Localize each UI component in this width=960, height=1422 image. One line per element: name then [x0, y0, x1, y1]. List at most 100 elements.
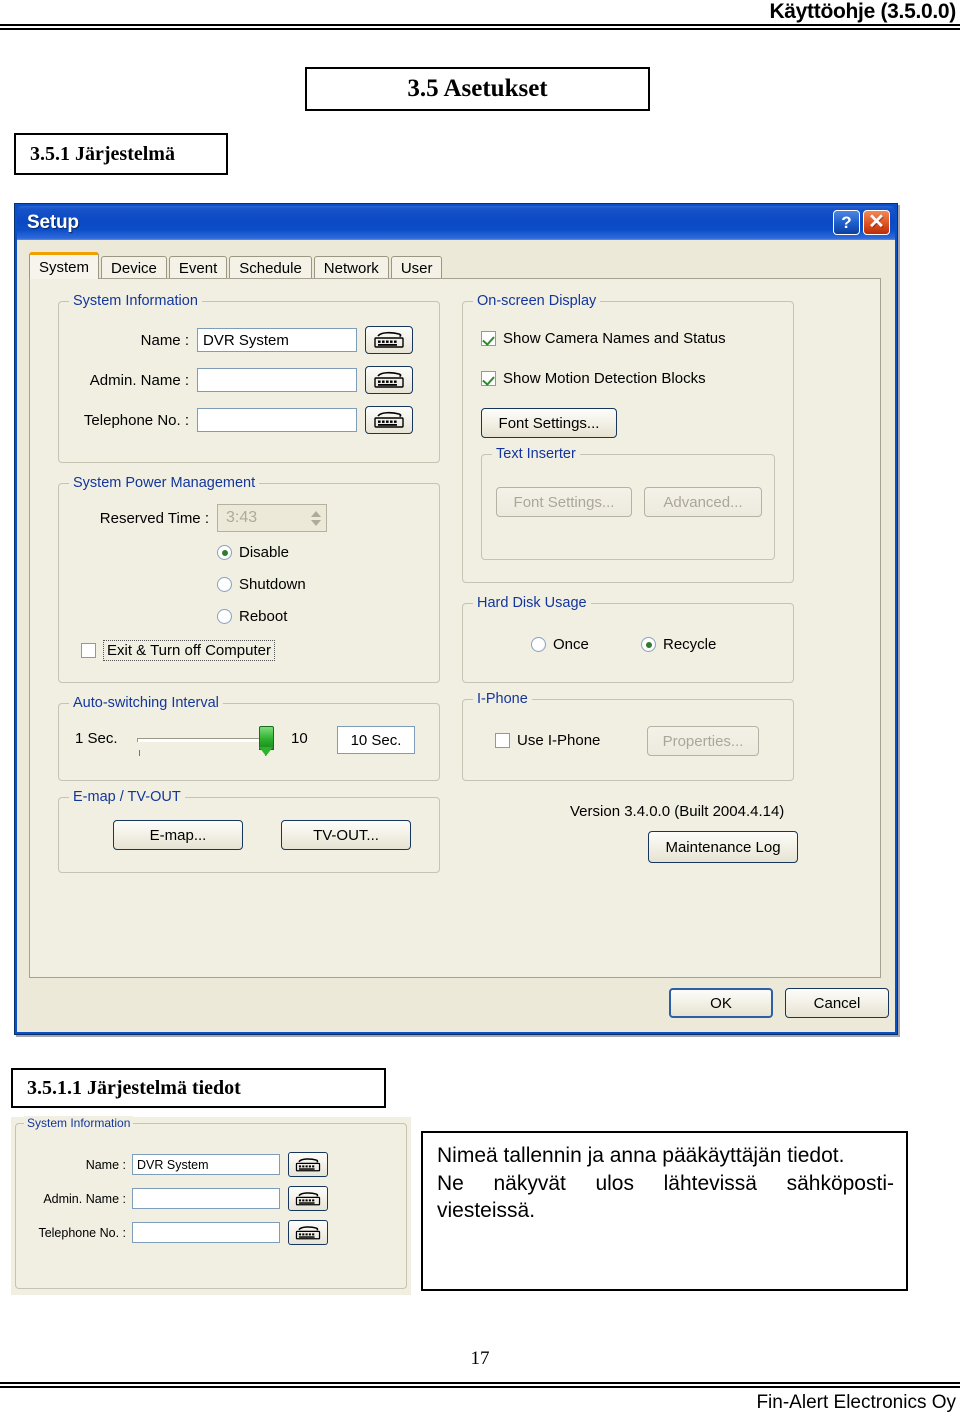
- note-word: Ne: [437, 1171, 464, 1195]
- tvout-button[interactable]: TV-OUT...: [281, 820, 411, 850]
- group-system-information: System Information Name : DVR System Adm…: [58, 293, 440, 463]
- radio-reboot[interactable]: [217, 609, 232, 624]
- tab-panel-system: System Information Name : DVR System Adm…: [29, 278, 881, 978]
- system-information-snippet: System Information Name : DVR System Adm…: [11, 1116, 411, 1295]
- text-inserter-font-settings-button[interactable]: Font Settings...: [496, 487, 632, 517]
- checkbox-label-motion-blocks: Show Motion Detection Blocks: [503, 370, 706, 387]
- slider-min-label: 1 Sec.: [75, 730, 118, 747]
- radio-row-shutdown[interactable]: Shutdown: [217, 576, 306, 593]
- snippet-label-telephone: Telephone No. :: [38, 1225, 126, 1240]
- tab-user[interactable]: User: [390, 256, 443, 279]
- checkbox-row-exit-turn-off[interactable]: Exit & Turn off Computer: [81, 640, 275, 661]
- tab-event[interactable]: Event: [168, 256, 228, 279]
- dialog-footer: OK Cancel: [17, 984, 895, 1032]
- checkbox-row-camera-names[interactable]: Show Camera Names and Status: [481, 330, 726, 347]
- slider-value-box[interactable]: 10 Sec.: [337, 726, 415, 754]
- field-row-name: Name : DVR System: [69, 326, 413, 354]
- keyboard-icon-telephone[interactable]: [365, 406, 413, 434]
- input-telephone[interactable]: [197, 408, 357, 432]
- checkbox-row-motion-blocks[interactable]: Show Motion Detection Blocks: [481, 370, 706, 387]
- spinner-reserved-time[interactable]: 3:43: [217, 504, 327, 532]
- radio-once[interactable]: [531, 637, 546, 652]
- note-word: lähtevissä: [663, 1171, 757, 1195]
- tabstrip: System Device Event Schedule Network Use…: [29, 252, 444, 279]
- ok-button[interactable]: OK: [669, 988, 773, 1018]
- label-admin-name: Admin. Name :: [89, 371, 189, 389]
- checkbox-exit-turn-off[interactable]: [81, 643, 96, 658]
- slider-tick-min: [139, 750, 140, 756]
- keyboard-glyph: [374, 371, 404, 388]
- snippet-group-label: System Information: [24, 1116, 134, 1130]
- slider-thumb[interactable]: [259, 726, 274, 756]
- keyboard-icon-snippet-telephone[interactable]: [288, 1220, 328, 1245]
- group-label-emap-tvout: E-map / TV-OUT: [69, 789, 185, 805]
- radio-row-reboot[interactable]: Reboot: [217, 608, 287, 625]
- titlebar-buttons: ? ✕: [833, 210, 890, 235]
- field-row-reserved-time: Reserved Time : 3:43: [69, 504, 327, 532]
- snippet-row-admin-name: Admin. Name :: [24, 1186, 328, 1211]
- radio-shutdown[interactable]: [217, 577, 232, 592]
- dialog-title: Setup: [27, 212, 79, 233]
- checkbox-label-camera-names: Show Camera Names and Status: [503, 330, 726, 347]
- snippet-label-name: Name :: [85, 1157, 126, 1172]
- osd-font-settings-button[interactable]: Font Settings...: [481, 408, 617, 438]
- radio-disable[interactable]: [217, 545, 232, 560]
- group-label-hard-disk-usage: Hard Disk Usage: [473, 595, 591, 611]
- close-icon[interactable]: ✕: [863, 210, 890, 235]
- help-glyph: ?: [841, 212, 852, 232]
- help-icon[interactable]: ?: [833, 210, 860, 235]
- checkbox-motion-blocks[interactable]: [481, 371, 496, 386]
- keyboard-icon-name[interactable]: [365, 326, 413, 354]
- dialog-titlebar: Setup ? ✕: [17, 206, 895, 240]
- input-admin-name[interactable]: [197, 368, 357, 392]
- close-glyph: ✕: [868, 210, 885, 233]
- group-power-management: System Power Management Reserved Time : …: [58, 475, 440, 683]
- snippet-input-name[interactable]: DVR System: [132, 1154, 280, 1175]
- keyboard-icon-snippet-name[interactable]: [288, 1152, 328, 1177]
- text-inserter-advanced-button[interactable]: Advanced...: [644, 487, 762, 517]
- keyboard-glyph: [295, 1191, 321, 1205]
- page-number: 17: [470, 1348, 490, 1369]
- setup-dialog: Setup ? ✕ System Device Event Schedule N…: [14, 203, 898, 1035]
- tab-system[interactable]: System: [29, 252, 100, 279]
- checkbox-camera-names[interactable]: [481, 331, 496, 346]
- radio-row-once[interactable]: Once: [531, 636, 589, 653]
- tab-device[interactable]: Device: [101, 256, 167, 279]
- radio-row-disable[interactable]: Disable: [217, 544, 289, 561]
- group-label-power-management: System Power Management: [69, 475, 260, 491]
- version-text: Version 3.4.0.0 (Built 2004.4.14): [570, 803, 785, 820]
- field-row-telephone: Telephone No. :: [69, 406, 413, 434]
- field-row-admin-name: Admin. Name :: [69, 366, 413, 394]
- maintenance-log-button[interactable]: Maintenance Log: [648, 831, 798, 863]
- group-auto-switching: Auto-switching Interval 1 Sec. 10 10 Sec…: [58, 695, 440, 781]
- footer-rule: [0, 1382, 960, 1388]
- keyboard-icon-snippet-admin-name[interactable]: [288, 1186, 328, 1211]
- chevron-down-icon[interactable]: [311, 519, 321, 526]
- emap-button[interactable]: E-map...: [113, 820, 243, 850]
- group-label-auto-switching: Auto-switching Interval: [69, 695, 223, 711]
- group-label-system-information: System Information: [69, 293, 202, 309]
- checkbox-use-iphone[interactable]: [495, 733, 510, 748]
- chevron-up-icon[interactable]: [311, 510, 321, 517]
- note-word: näkyvät: [493, 1171, 566, 1195]
- snippet-input-telephone[interactable]: [132, 1222, 280, 1243]
- radio-row-recycle[interactable]: Recycle: [641, 636, 716, 653]
- note-word: sähköposti-: [786, 1171, 894, 1195]
- note-line-3: viesteissä.: [437, 1199, 536, 1223]
- keyboard-icon-admin-name[interactable]: [365, 366, 413, 394]
- tab-schedule[interactable]: Schedule: [229, 256, 312, 279]
- keyboard-glyph: [374, 411, 404, 428]
- keyboard-glyph: [295, 1157, 321, 1171]
- snippet-row-name: Name : DVR System: [24, 1152, 328, 1177]
- radio-recycle[interactable]: [641, 637, 656, 652]
- slider-track[interactable]: [137, 738, 268, 742]
- spinner-arrows[interactable]: [306, 505, 326, 531]
- cancel-button[interactable]: Cancel: [785, 988, 889, 1018]
- checkbox-row-use-iphone[interactable]: Use I-Phone: [495, 732, 600, 749]
- tab-network[interactable]: Network: [313, 256, 389, 279]
- group-hard-disk-usage: Hard Disk Usage Once Recycle: [462, 595, 794, 683]
- snippet-input-admin-name[interactable]: [132, 1188, 280, 1209]
- input-name[interactable]: DVR System: [197, 328, 357, 352]
- slider-value: 10: [291, 730, 308, 747]
- iphone-properties-button[interactable]: Properties...: [647, 726, 759, 756]
